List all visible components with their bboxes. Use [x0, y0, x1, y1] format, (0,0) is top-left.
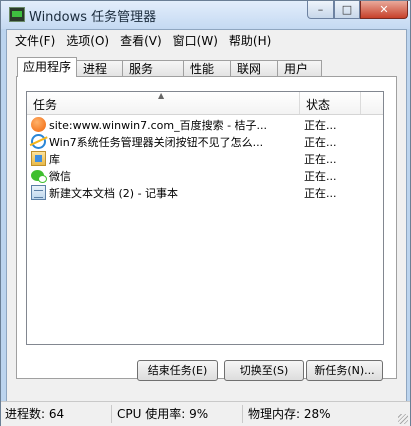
caption-buttons: – □ ✕ — [307, 1, 408, 21]
window-title: Windows 任务管理器 — [29, 10, 157, 25]
menu-bar: 文件(F) 选项(O) 查看(V) 窗口(W) 帮助(H) — [7, 30, 406, 50]
process-count: 进程数: 64 — [5, 407, 65, 421]
tab-users[interactable]: 用户 — [277, 60, 322, 77]
column-label-task: 任务 — [33, 98, 58, 112]
task-name: 库 — [49, 153, 60, 166]
column-header-task[interactable]: ▲ 任务 — [27, 91, 300, 114]
task-manager-icon — [9, 7, 25, 22]
tab-services[interactable]: 服务 — [122, 60, 184, 77]
taobao-icon — [31, 117, 46, 132]
maximize-button[interactable]: □ — [334, 1, 360, 19]
task-name: site:www.winwin7.com_百度搜索 - 桔子... — [49, 119, 268, 132]
memory-usage: 物理内存: 28% — [242, 405, 368, 423]
list-header: ▲ 任务 状态 — [27, 91, 383, 115]
task-name: 微信 — [49, 170, 71, 183]
new-task-button[interactable]: 新任务(N)... — [306, 360, 383, 381]
cpu-usage: CPU 使用率: 9% — [111, 405, 245, 423]
task-status: 正在... — [304, 153, 337, 166]
list-item[interactable]: Win7系统任务管理器关闭按钮不见了怎么... 正在... — [31, 133, 381, 150]
internet-explorer-icon — [31, 134, 46, 149]
menu-options[interactable]: 选项(O) — [61, 32, 114, 49]
list-item[interactable]: 库 正在... — [31, 150, 381, 167]
menu-window[interactable]: 窗口(W) — [168, 32, 223, 49]
minimize-button[interactable]: – — [307, 1, 334, 19]
menu-help[interactable]: 帮助(H) — [224, 32, 276, 49]
menu-view[interactable]: 查看(V) — [115, 32, 167, 49]
sort-ascending-icon: ▲ — [158, 91, 165, 100]
tab-strip: 应用程序 进程 服务 性能 联网 用户 — [17, 57, 322, 77]
tab-networking[interactable]: 联网 — [230, 60, 278, 77]
list-item[interactable]: site:www.winwin7.com_百度搜索 - 桔子... 正在... — [31, 116, 381, 133]
task-status: 正在... — [304, 170, 337, 183]
task-manager-window: Windows 任务管理器 – □ ✕ 文件(F) 选项(O) 查看(V) 窗口… — [0, 0, 411, 426]
menu-file[interactable]: 文件(F) — [10, 32, 60, 49]
tab-processes[interactable]: 进程 — [76, 60, 123, 77]
client-area: 文件(F) 选项(O) 查看(V) 窗口(W) 帮助(H) 应用程序 进程 服务… — [6, 29, 407, 402]
list-item[interactable]: 微信 正在... — [31, 167, 381, 184]
title-bar[interactable]: Windows 任务管理器 – □ ✕ — [1, 1, 410, 29]
wechat-icon — [31, 170, 47, 183]
column-label-status: 状态 — [306, 98, 331, 112]
task-status: 正在... — [304, 119, 337, 132]
task-status: 正在... — [304, 136, 337, 149]
close-button[interactable]: ✕ — [360, 1, 408, 19]
notepad-icon — [31, 185, 46, 200]
library-icon — [31, 151, 46, 166]
tab-performance[interactable]: 性能 — [183, 60, 231, 77]
list-item[interactable]: 新建文本文档 (2) - 记事本 正在... — [31, 184, 381, 201]
task-name: 新建文本文档 (2) - 记事本 — [49, 187, 179, 200]
switch-to-button[interactable]: 切换至(S) — [224, 360, 304, 381]
task-list[interactable]: ▲ 任务 状态 site:www.winwin7.com_百度搜索 - 桔子..… — [26, 91, 384, 345]
tab-applications[interactable]: 应用程序 — [17, 57, 77, 77]
resize-grip-icon[interactable] — [398, 414, 408, 424]
task-name: Win7系统任务管理器关闭按钮不见了怎么... — [49, 136, 264, 149]
column-header-status[interactable]: 状态 — [300, 92, 361, 114]
task-status: 正在... — [304, 187, 337, 200]
end-task-button[interactable]: 结束任务(E) — [137, 360, 218, 381]
status-bar: 进程数: 64 CPU 使用率: 9% 物理内存: 28% — [1, 401, 410, 426]
